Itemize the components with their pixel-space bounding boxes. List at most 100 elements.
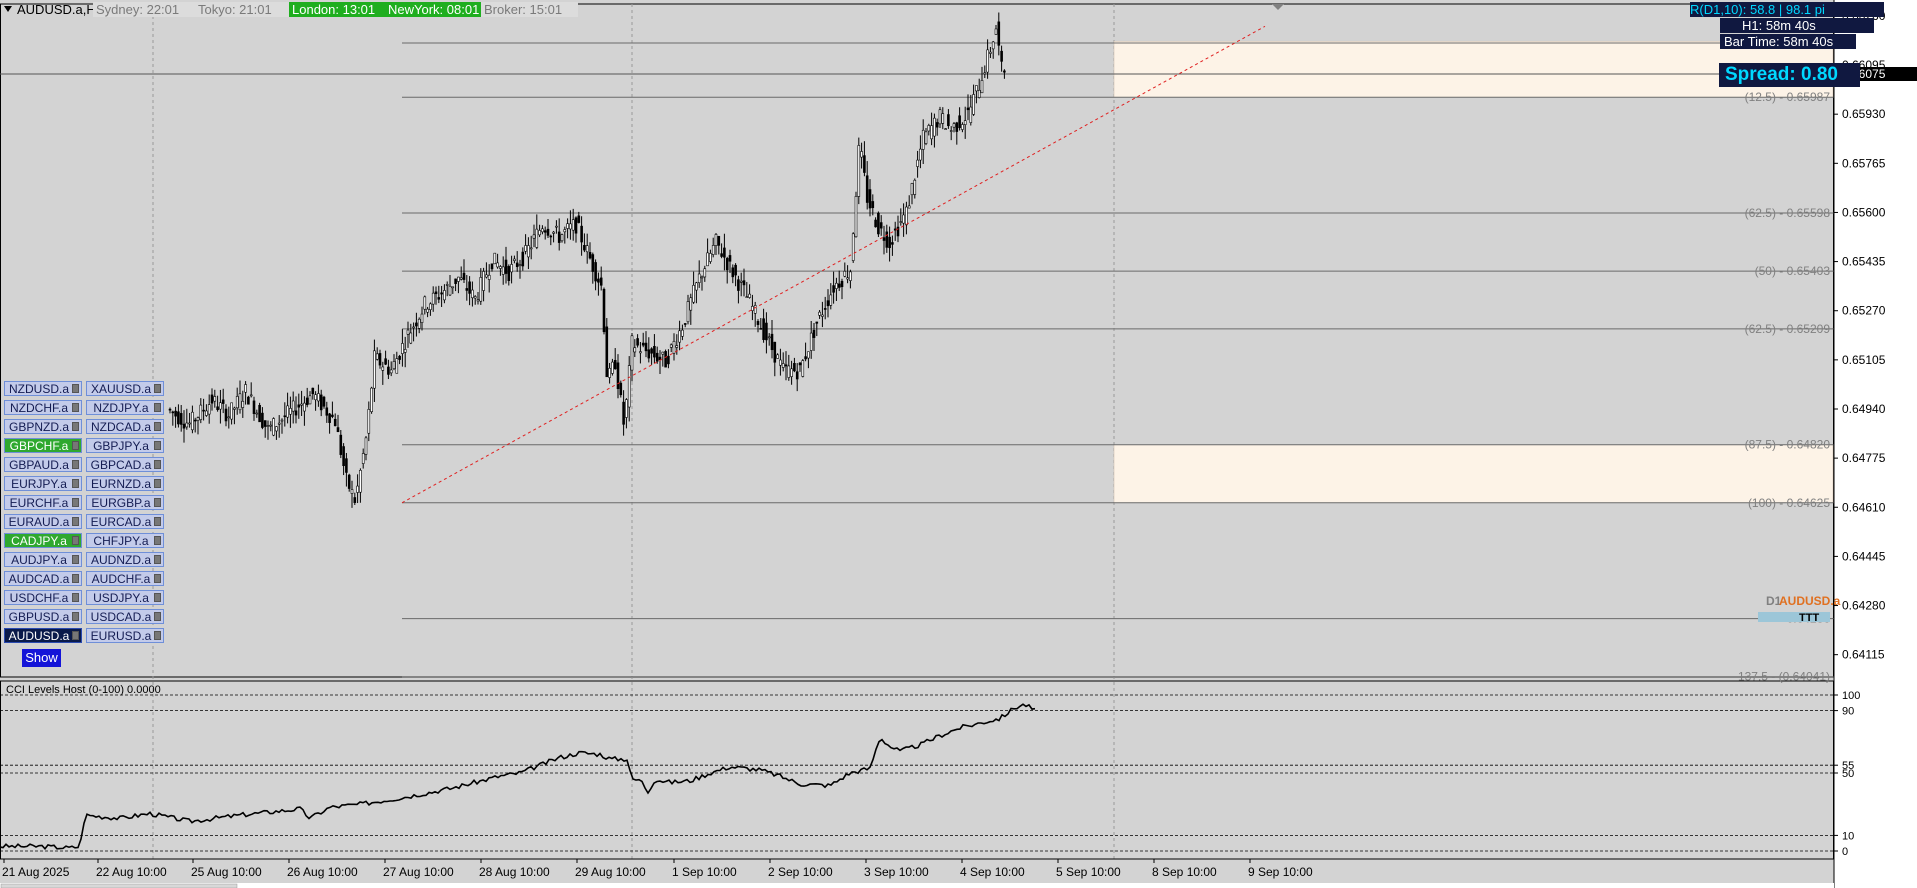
symbol-button-audusd-a[interactable]: AUDUSD.a [4,628,82,643]
candle-body [611,361,614,374]
chart-window-icon[interactable] [72,612,79,621]
symbol-button-nzdchf-a[interactable]: NZDCHF.a [4,400,82,415]
time-tick-label: 2 Sep 10:00 [768,865,833,879]
symbol-button-gbpjpy-a[interactable]: GBPJPY.a [86,438,164,453]
spread-panel: Spread: 0.80 [1719,63,1860,87]
session-clock-label: Broker: 15:01 [484,2,563,17]
time-tick-label: 21 Aug 2025 [2,865,70,879]
chart-window-icon[interactable] [72,479,79,488]
candle-body [616,362,620,389]
session-clock-2: London: 13:01 [289,2,385,17]
symbol-button-nzdusd-a[interactable]: NZDUSD.a [4,381,82,396]
symbol-button-nzdcad-a[interactable]: NZDCAD.a [86,419,164,434]
price-tick-label: 0.64775 [1842,451,1886,465]
candle-body [812,329,816,338]
chart-window-icon[interactable] [154,479,161,488]
chart-window-icon[interactable] [72,536,79,545]
candle-body [745,296,749,298]
scrollbar-track[interactable] [0,883,1834,888]
symbol-button-euraud-a[interactable]: EURAUD.a [4,514,82,529]
candle-body [594,262,597,282]
show-button[interactable]: Show [22,649,61,667]
symbol-button-usdjpy-a[interactable]: USDJPY.a [86,590,164,605]
candle-body [574,217,578,234]
chart-window-icon[interactable] [154,384,161,393]
symbol-button-label: USDJPY.a [93,591,149,605]
candle-body [798,362,802,366]
chart-window-icon[interactable] [72,403,79,412]
chart-window-icon[interactable] [154,517,161,526]
symbol-button-gbpcad-a[interactable]: GBPCAD.a [86,457,164,472]
symbol-button-eurchf-a[interactable]: EURCHF.a [4,495,82,510]
candle-body [518,264,522,266]
symbol-button-audcad-a[interactable]: AUDCAD.a [4,571,82,586]
symbol-button-eurjpy-a[interactable]: EURJPY.a [4,476,82,491]
chart-canvas[interactable]: (12.5) - 0.65987 (62.5) - 0.65598 (50) - 0… [0,0,1917,888]
candle-body [784,364,788,367]
candle-body [233,407,236,410]
chart-window-icon[interactable] [72,422,79,431]
candle-body [185,422,189,428]
chart-window-icon[interactable] [154,555,161,564]
symbol-button-eurusd-a[interactable]: EURUSD.a [86,628,164,643]
candle-body [213,396,217,402]
candle-body [678,330,681,343]
chart-window-icon[interactable] [72,555,79,564]
symbol-button-cadjpy-a[interactable]: CADJPY.a [4,533,82,548]
symbol-button-gbpnzd-a[interactable]: GBPNZD.a [4,419,82,434]
dropdown-triangle-icon[interactable] [4,6,12,12]
candle-body [669,344,673,348]
candle-body [891,242,894,245]
candle-body [529,247,533,250]
chart-window-icon[interactable] [154,422,161,431]
symbol-button-eurnzd-a[interactable]: EURNZD.a [86,476,164,491]
symbol-button-xauusd-a[interactable]: XAUUSD.a [86,381,164,396]
chart-window-icon[interactable] [154,441,161,450]
symbol-button-audchf-a[interactable]: AUDCHF.a [86,571,164,586]
chart-window-icon[interactable] [72,631,79,640]
symbol-button-gbpchf-a[interactable]: GBPCHF.a [4,438,82,453]
chart-window-icon[interactable] [154,403,161,412]
candle-body [888,236,891,249]
chart-window-icon[interactable] [154,593,161,602]
candle-body [826,300,830,307]
bar-time-text: Bar Time: 58m 40s [1724,34,1834,49]
symbol-button-nzdjpy-a[interactable]: NZDJPY.a [86,400,164,415]
candle-body [359,469,362,493]
chart-window-icon[interactable] [154,631,161,640]
chart-window-icon[interactable] [154,612,161,621]
symbol-button-gbpusd-a[interactable]: GBPUSD.a [4,609,82,624]
candle-body [557,231,561,243]
candle-body [605,326,609,378]
symbol-button-label: EURAUD.a [8,515,70,529]
chart-window-icon[interactable] [72,593,79,602]
symbol-button-eurgbp-a[interactable]: EURGBP.a [86,495,164,510]
chart-window-icon[interactable] [154,574,161,583]
symbol-button-usdchf-a[interactable]: USDCHF.a [4,590,82,605]
symbol-button-audjpy-a[interactable]: AUDJPY.a [4,552,82,567]
symbol-button-usdcad-a[interactable]: USDCAD.a [86,609,164,624]
candle-body [661,351,665,355]
symbol-button-gbpaud-a[interactable]: GBPAUD.a [4,457,82,472]
candle-body [681,329,684,337]
chart-window-icon[interactable] [72,460,79,469]
time-tick-label: 28 Aug 10:00 [479,865,550,879]
symbol-button-eurcad-a[interactable]: EURCAD.a [86,514,164,529]
chart-window-icon[interactable] [72,574,79,583]
chart-window-icon[interactable] [154,498,161,507]
symbol-button-label: GBPCAD.a [90,458,152,472]
candle-body [224,408,228,422]
chart-window-icon[interactable] [72,517,79,526]
chart-window-icon[interactable] [72,498,79,507]
candle-body [815,321,819,324]
chart-window-icon[interactable] [154,536,161,545]
chart-window-icon[interactable] [72,384,79,393]
scrollbar-thumb[interactable] [0,883,238,888]
candle-body [748,293,751,298]
chart-window-icon[interactable] [72,441,79,450]
price-tick-label: 0.65765 [1842,156,1886,170]
chart-window-icon[interactable] [154,460,161,469]
symbol-button-audnzd-a[interactable]: AUDNZD.a [86,552,164,567]
candle-body [303,402,306,412]
symbol-button-chfjpy-a[interactable]: CHFJPY.a [86,533,164,548]
